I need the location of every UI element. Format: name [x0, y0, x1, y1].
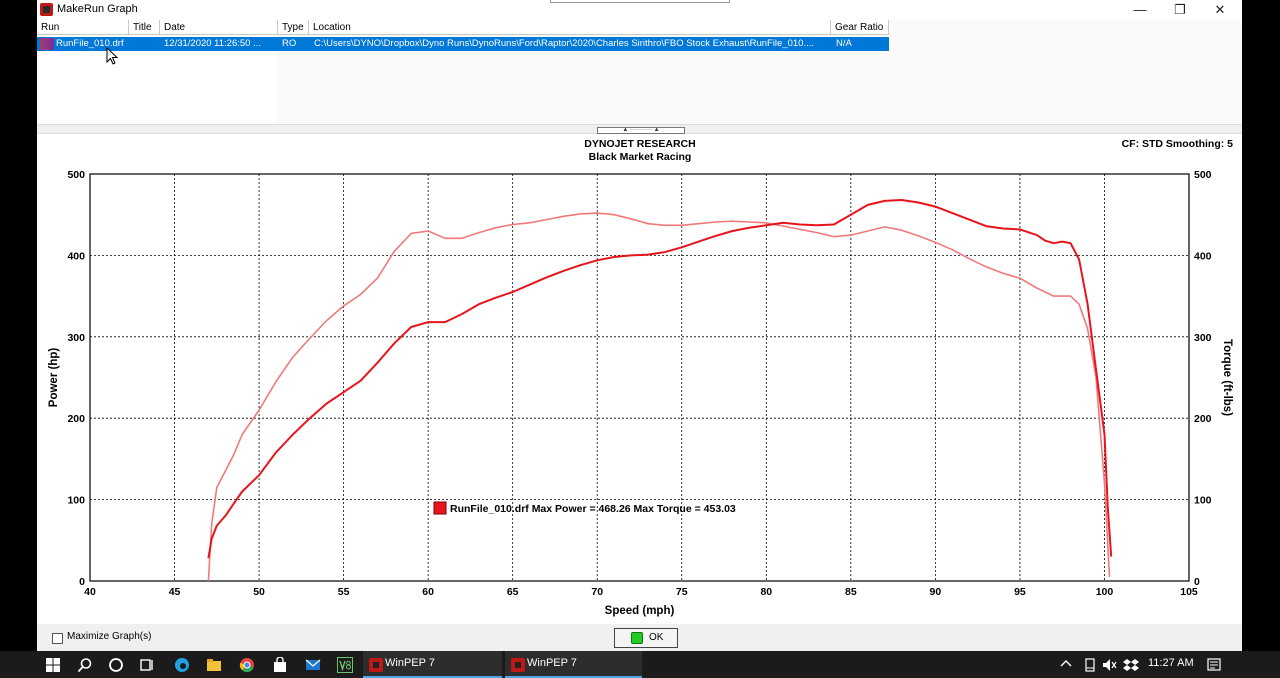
x-tick-label: 95	[1014, 586, 1026, 598]
ok-button[interactable]: OK	[614, 628, 678, 648]
run-color-swatch	[40, 38, 54, 50]
mail-icon[interactable]	[305, 657, 321, 673]
x-tick-label: 75	[676, 586, 688, 598]
x-tick-label: 90	[930, 586, 942, 598]
clock[interactable]: 11:27 AM	[1148, 657, 1194, 669]
x-tick-label: 50	[253, 586, 265, 598]
speaker-muted-icon[interactable]	[1101, 657, 1117, 673]
y-axis-label-right: Torque (ft-lbs)	[1221, 339, 1233, 416]
maximize-graphs-label: Maximize Graph(s)	[67, 631, 152, 642]
x-tick-label: 85	[845, 586, 857, 598]
close-button[interactable]: ✕	[1200, 0, 1240, 20]
mouse-cursor-icon	[106, 47, 118, 65]
notifications-icon[interactable]	[1206, 657, 1222, 673]
restore-button[interactable]: ❐	[1160, 0, 1200, 20]
search-icon[interactable]	[77, 657, 93, 673]
y-tick-label-right: 300	[1194, 332, 1212, 344]
v8-app-icon[interactable]	[337, 657, 353, 673]
x-tick-label: 80	[760, 586, 772, 598]
chrome-browser-icon[interactable]	[239, 657, 255, 673]
makerun-graph-window: MakeRun Graph — ❐ ✕ Run Title Date Type …	[37, 0, 1242, 651]
dropbox-icon[interactable]	[1123, 657, 1139, 673]
table-row[interactable]: RunFile_010.drf 12/31/2020 11:26:50 ... …	[37, 37, 889, 51]
cell-gear-ratio: N/A	[836, 38, 852, 49]
cell-location: C:\Users\DYNO\Dropbox\Dyno Runs\DynoRuns…	[314, 38, 815, 49]
winpep-icon	[369, 658, 383, 672]
x-tick-label: 65	[507, 586, 519, 598]
y-tick-label-right: 100	[1194, 495, 1212, 507]
splitter-grip-icon[interactable]: ▲ ··········· ▲	[597, 127, 685, 134]
edge-browser-icon[interactable]	[174, 657, 190, 673]
title-bar: MakeRun Graph — ❐ ✕	[37, 0, 1242, 20]
taskbar-app-winpep-1[interactable]: WinPEP 7	[363, 651, 502, 678]
store-icon[interactable]	[272, 657, 288, 673]
winpep-icon	[511, 658, 525, 672]
taskbar: WinPEP 7 WinPEP 7 11:27 AM	[0, 651, 1280, 678]
chart-settings-label: CF: STD Smoothing: 5	[1122, 138, 1234, 150]
file-explorer-icon[interactable]	[206, 657, 222, 673]
x-tick-label: 40	[84, 586, 96, 598]
plot-area	[89, 173, 1190, 582]
chart-header-line1: DYNOJET RESEARCH	[584, 138, 695, 150]
x-axis-label: Speed (mph)	[605, 605, 675, 617]
ok-button-label: OK	[649, 632, 664, 643]
x-tick-label: 60	[422, 586, 434, 598]
x-tick-label: 55	[338, 586, 350, 598]
task-view-icon[interactable]	[139, 657, 155, 673]
ok-check-icon	[631, 632, 643, 644]
chart-header-line2: Black Market Racing	[589, 151, 692, 163]
y-tick-label-left: 300	[67, 332, 85, 344]
legend-swatch	[433, 501, 447, 515]
y-tick-label-left: 400	[67, 250, 85, 262]
y-tick-label-right: 200	[1194, 413, 1212, 425]
cortana-icon[interactable]	[108, 657, 124, 673]
taskbar-app-label: WinPEP 7	[385, 657, 435, 669]
window-title: MakeRun Graph	[57, 3, 138, 15]
title-bar-frame	[550, 0, 730, 3]
runs-grid: Run Title Date Type Location Gear Ratio …	[37, 20, 1242, 124]
x-tick-label: 70	[591, 586, 603, 598]
column-header-run[interactable]: Run	[37, 20, 129, 35]
windows-start-icon[interactable]	[45, 657, 61, 673]
legend-text: RunFile_010.drf Max Power = 468.26 Max T…	[450, 503, 736, 515]
column-header-gear-ratio[interactable]: Gear Ratio	[831, 20, 889, 35]
minimize-button[interactable]: —	[1120, 0, 1160, 20]
column-header-title[interactable]: Title	[129, 20, 160, 35]
cell-type: RO	[282, 38, 297, 49]
y-tick-label-left: 200	[67, 413, 85, 425]
y-tick-label-right: 500	[1194, 169, 1212, 181]
taskbar-app-winpep-2[interactable]: WinPEP 7	[505, 651, 642, 678]
y-tick-label-right: 0	[1194, 576, 1200, 588]
bottom-bar: Maximize Graph(s) OK	[37, 624, 1242, 651]
x-tick-label: 45	[169, 586, 181, 598]
taskbar-app-label: WinPEP 7	[527, 657, 577, 669]
maximize-graphs-checkbox[interactable]	[52, 633, 63, 644]
column-header-location[interactable]: Location	[309, 20, 831, 35]
y-axis-label-left: Power (hp)	[48, 348, 60, 408]
pane-splitter[interactable]: ▲ ··········· ▲	[37, 124, 1242, 134]
y-tick-label-left: 0	[79, 576, 85, 588]
column-header-date[interactable]: Date	[160, 20, 278, 35]
dynojet-app-icon	[40, 3, 53, 16]
dyno-chart: DYNOJET RESEARCH Black Market Racing CF: S…	[37, 134, 1242, 624]
grid-empty-area	[277, 20, 1242, 124]
chevron-up-icon[interactable]	[1060, 658, 1072, 670]
x-tick-label: 100	[1096, 586, 1114, 598]
y-tick-label-left: 500	[67, 169, 85, 181]
column-header-type[interactable]: Type	[278, 20, 309, 35]
chart-canvas: DYNOJET RESEARCHBlack Market Racing CF: S…	[48, 138, 1234, 617]
y-tick-label-right: 400	[1194, 250, 1212, 262]
pen-workspace-icon[interactable]	[1082, 657, 1098, 673]
y-tick-label-left: 100	[67, 495, 85, 507]
cell-date: 12/31/2020 11:26:50 ...	[164, 38, 262, 49]
